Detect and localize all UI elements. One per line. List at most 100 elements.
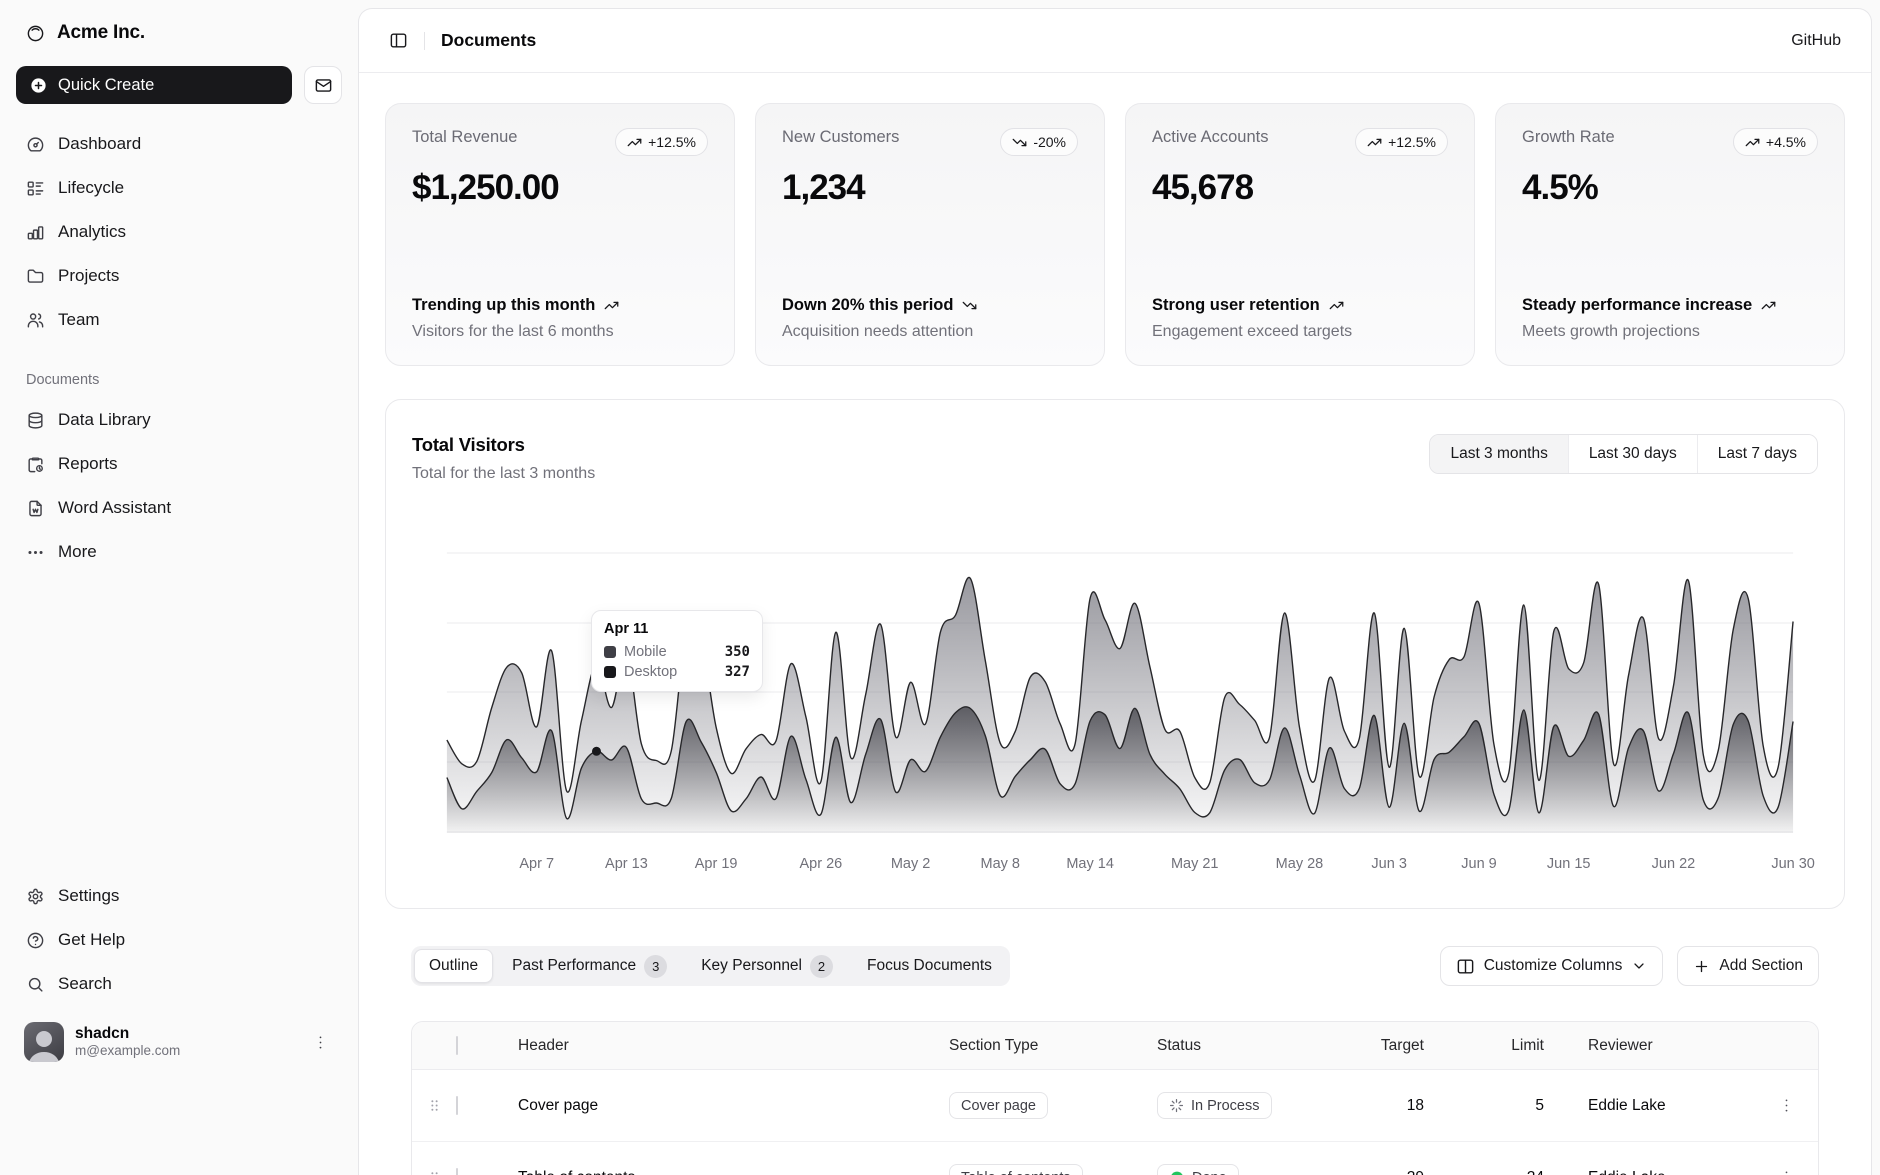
- sidebar-documents-nav: Data LibraryReports Word Assistant More: [16, 398, 342, 574]
- row-menu-icon[interactable]: [1754, 1168, 1818, 1175]
- row-header-cell[interactable]: Cover page: [504, 1097, 949, 1115]
- sidebar-item-search[interactable]: Search: [16, 962, 342, 1006]
- sidebar-item-settings[interactable]: Settings: [16, 874, 342, 918]
- quick-create-row: Quick Create: [16, 66, 342, 104]
- company-logo-icon: [26, 24, 45, 43]
- add-section-button[interactable]: Add Section: [1677, 946, 1819, 986]
- quick-create-button[interactable]: Quick Create: [16, 66, 292, 104]
- quick-create-label: Quick Create: [58, 76, 154, 95]
- mail-icon: [314, 76, 333, 95]
- tooltip-series-value: 350: [725, 644, 750, 660]
- row-checkbox[interactable]: [456, 1168, 458, 1175]
- sidebar-item-projects[interactable]: Projects: [16, 254, 342, 298]
- x-tick-label: Jun 9: [1461, 856, 1496, 872]
- tooltip-date: Apr 11: [604, 621, 750, 637]
- stat-footer-line2: Visitors for the last 6 months: [412, 323, 708, 341]
- chart-tooltip: Apr 11 Mobile350Desktop327: [591, 610, 763, 692]
- trending-up-icon: [1761, 298, 1776, 313]
- range-option-last-7-days[interactable]: Last 7 days: [1697, 435, 1817, 473]
- user-menu-kebab-icon[interactable]: [307, 1029, 334, 1056]
- sidebar-item-analytics[interactable]: Analytics: [16, 210, 342, 254]
- col-status: Status: [1157, 1037, 1342, 1055]
- x-tick-label: Apr 13: [605, 856, 648, 872]
- inbox-button[interactable]: [304, 66, 342, 104]
- row-menu-icon[interactable]: [1754, 1096, 1818, 1115]
- sidebar-item-reports[interactable]: Reports: [16, 442, 342, 486]
- tooltip-series-row: Mobile350: [604, 644, 750, 660]
- sidebar-item-dashboard[interactable]: Dashboard: [16, 122, 342, 166]
- tab-key-personnel[interactable]: Key Personnel2: [686, 949, 848, 983]
- brand[interactable]: Acme Inc.: [16, 16, 342, 50]
- sidebar-item-team[interactable]: Team: [16, 298, 342, 342]
- sidebar-item-more[interactable]: More: [16, 530, 342, 574]
- plus-circle-icon: [29, 76, 48, 95]
- section-type-badge: Cover page: [949, 1092, 1048, 1119]
- row-target-cell[interactable]: 18: [1342, 1097, 1454, 1115]
- tab-count-badge: 3: [644, 955, 667, 978]
- stat-value: 4.5%: [1522, 168, 1818, 208]
- loader-icon: [1169, 1098, 1184, 1113]
- help-icon: [26, 931, 45, 950]
- footer-item-label: Search: [58, 974, 112, 994]
- tab-label: Past Performance: [512, 957, 636, 975]
- customize-columns-button[interactable]: Customize Columns: [1440, 946, 1664, 986]
- series-swatch: [604, 666, 616, 678]
- status-badge: Done: [1157, 1164, 1239, 1175]
- nav-item-label: Dashboard: [58, 134, 141, 154]
- footer-item-label: Settings: [58, 886, 119, 906]
- visitors-chart-card: Total Visitors Total for the last 3 mont…: [385, 399, 1845, 909]
- x-tick-label: Apr 7: [519, 856, 554, 872]
- drag-handle-icon[interactable]: [412, 1097, 456, 1114]
- row-checkbox[interactable]: [456, 1096, 458, 1115]
- doc-item-label: Word Assistant: [58, 498, 171, 518]
- sidebar-nav: Dashboard LifecycleAnalyticsProjectsTeam: [16, 122, 342, 342]
- sidebar-item-data-library[interactable]: Data Library: [16, 398, 342, 442]
- x-tick-label: Apr 19: [695, 856, 738, 872]
- drag-handle-icon[interactable]: [412, 1169, 456, 1175]
- tab-past-performance[interactable]: Past Performance 3: [497, 949, 682, 983]
- sidebar-toggle-icon[interactable]: [389, 31, 408, 50]
- stat-footer-line2: Meets growth projections: [1522, 323, 1818, 341]
- range-option-last-3-months[interactable]: Last 3 months: [1430, 435, 1567, 473]
- stat-card-4: Growth Rate+4.5%4.5%Steady performance i…: [1495, 103, 1845, 366]
- row-reviewer-cell[interactable]: Eddie Lake: [1574, 1169, 1754, 1175]
- trend-badge: +12.5%: [1355, 128, 1448, 156]
- row-target-cell[interactable]: 29: [1342, 1169, 1454, 1175]
- sidebar-item-word-assistant[interactable]: Word Assistant: [16, 486, 342, 530]
- x-tick-label: May 14: [1066, 856, 1114, 872]
- trending-down-icon: [1012, 135, 1027, 150]
- range-option-last-30-days[interactable]: Last 30 days: [1568, 435, 1697, 473]
- row-limit-cell[interactable]: 5: [1454, 1097, 1574, 1115]
- select-all-checkbox[interactable]: [456, 1036, 458, 1055]
- sidebar-item-get-help[interactable]: Get Help: [16, 918, 342, 962]
- tab-outline[interactable]: Outline: [414, 949, 493, 983]
- tab-focus-documents[interactable]: Focus Documents: [852, 949, 1007, 983]
- divider: [424, 32, 425, 50]
- dots-icon: [26, 543, 45, 562]
- user-email: m@example.com: [75, 1043, 180, 1060]
- sections-table: Header Section Type Status Target Limit …: [411, 1021, 1819, 1175]
- github-link[interactable]: GitHub: [1791, 32, 1841, 50]
- sidebar-item-lifecycle[interactable]: Lifecycle: [16, 166, 342, 210]
- table-actions: Customize Columns Add Section: [1440, 946, 1819, 986]
- check-circle-icon: [1169, 1170, 1185, 1175]
- section-type-badge: Table of contents: [949, 1164, 1083, 1175]
- col-limit: Limit: [1454, 1037, 1574, 1055]
- x-tick-label: Jun 3: [1371, 856, 1406, 872]
- row-header-cell[interactable]: Table of contents: [504, 1169, 949, 1175]
- table-row: Table of contentsTable of contents Done 29…: [412, 1142, 1818, 1175]
- sidebar-footer: Settings Get Help Search shadcn m@example.…: [16, 874, 342, 1068]
- stat-footer-line1: Strong user retention: [1152, 295, 1448, 316]
- sidebar: Acme Inc. Quick Create Dashboard Lifecycl…: [0, 0, 358, 1175]
- customize-columns-label: Customize Columns: [1484, 957, 1623, 975]
- stat-footer-line2: Engagement exceed targets: [1152, 323, 1448, 341]
- stat-value: $1,250.00: [412, 168, 708, 208]
- x-tick-label: Jun 30: [1771, 856, 1815, 872]
- trending-up-icon: [1329, 298, 1344, 313]
- trend-badge-value: +4.5%: [1766, 134, 1806, 150]
- stat-label: Active Accounts: [1152, 128, 1268, 147]
- row-reviewer-cell[interactable]: Eddie Lake: [1574, 1097, 1754, 1115]
- col-header: Header: [504, 1037, 949, 1055]
- user-menu[interactable]: shadcn m@example.com: [16, 1016, 342, 1068]
- row-limit-cell[interactable]: 24: [1454, 1169, 1574, 1175]
